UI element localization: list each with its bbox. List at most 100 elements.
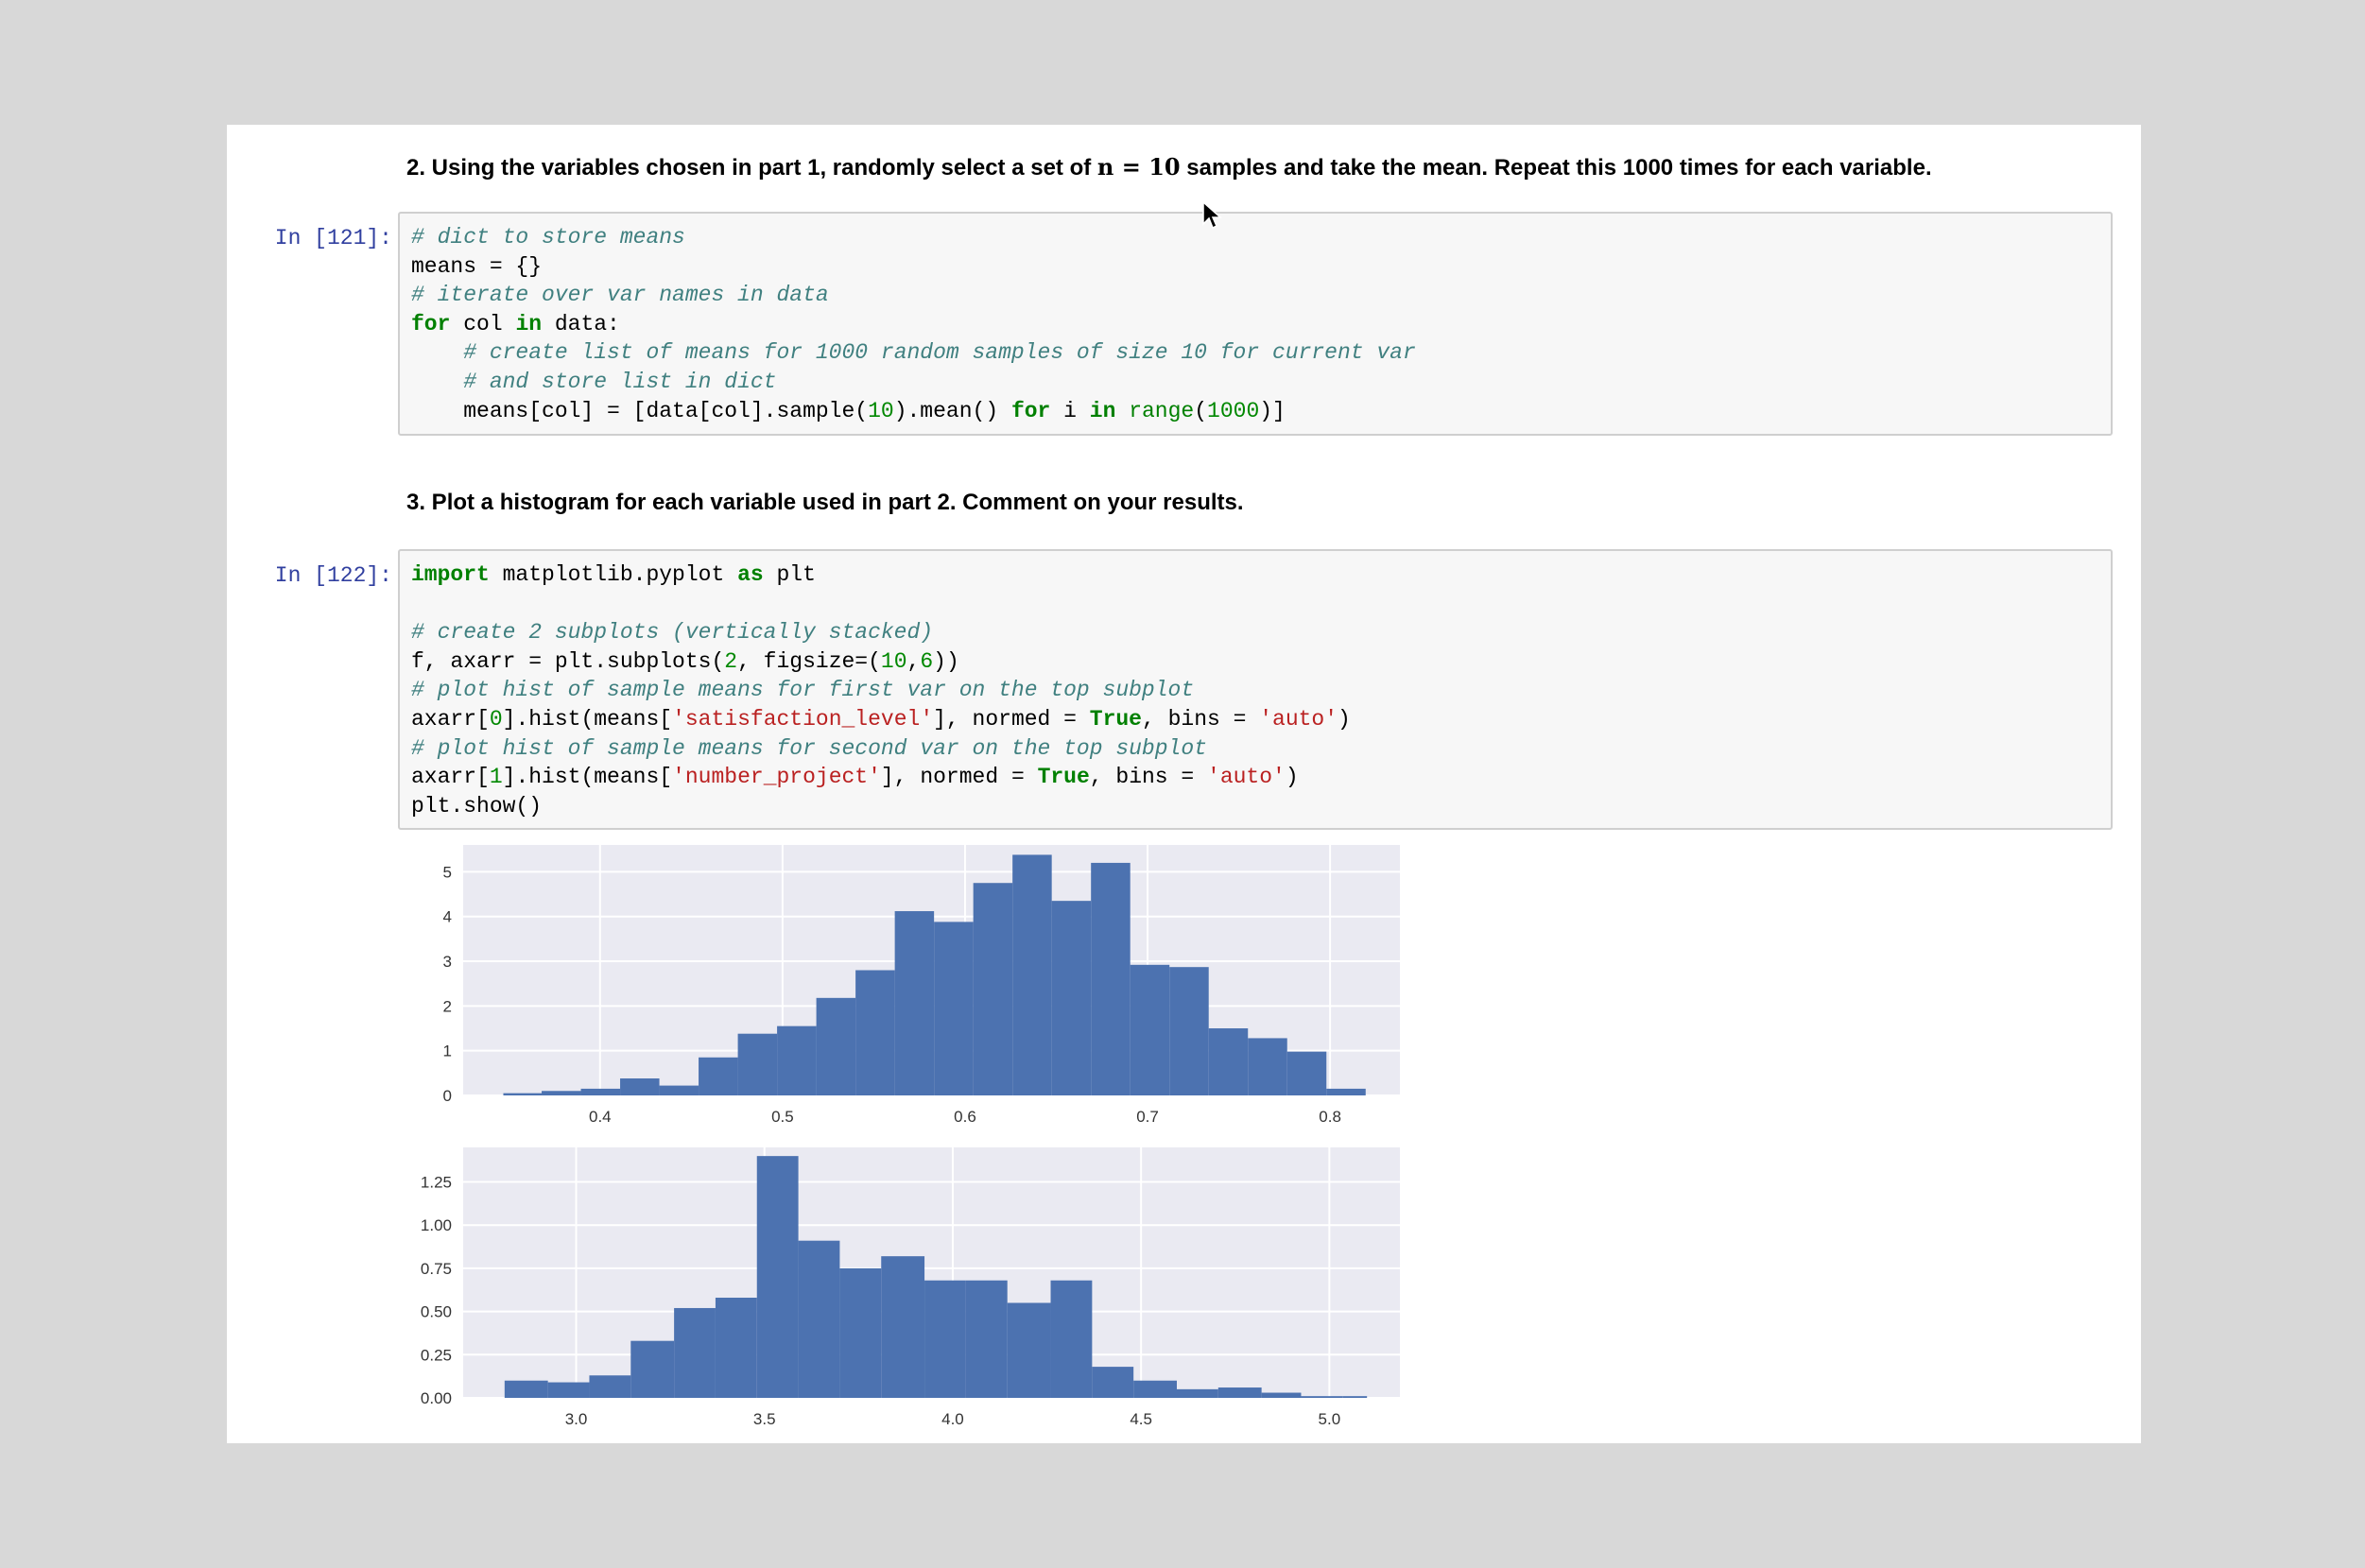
- y-tick-label: 0: [443, 1087, 452, 1105]
- code-token: 10: [868, 398, 894, 423]
- code-token: , bins =: [1141, 706, 1260, 732]
- code-editor[interactable]: import matplotlib.pyplot as plt # create…: [400, 551, 2111, 830]
- histogram-bar: [1051, 901, 1092, 1095]
- histogram-bar: [547, 1382, 590, 1398]
- code-line: # plot hist of sample means for first va…: [411, 678, 1194, 702]
- code-token: 'number_project': [672, 765, 881, 790]
- histogram-satisfaction-level: 0.4 0.5 0.6 0.7 0.8 0 1 2 3 4 5: [443, 845, 1412, 1126]
- cell-output-122: 0.4 0.5 0.6 0.7 0.8 0 1 2 3 4 5 3.0 3.5 4.0 4.5 5.0 0.0…: [398, 845, 1412, 1428]
- code-token: # create 2 subplots (vertically stacked): [411, 620, 934, 646]
- code-token: True: [1089, 706, 1142, 732]
- input-prompt-121: In [121]:: [274, 226, 392, 250]
- mouse-cursor-icon: [1202, 201, 1222, 230]
- code-token: # dict to store means: [411, 225, 685, 250]
- x-tick-label: 0.8: [1319, 1108, 1341, 1126]
- code-token: 'satisfaction_level': [672, 706, 934, 732]
- histogram-bar: [1176, 1388, 1218, 1398]
- histogram-bar: [756, 1156, 799, 1398]
- histogram-bar: [659, 1085, 699, 1095]
- y-tick-label: 1: [443, 1042, 452, 1060]
- markdown-cell-part3[interactable]: 3. Plot a histogram for each variable us…: [406, 490, 2122, 516]
- code-editor[interactable]: # dict to store means means = {} # itera…: [400, 214, 2111, 435]
- code-token: range: [1129, 398, 1195, 423]
- code-token: means[col] = [data[col].sample(: [411, 398, 869, 423]
- code-token: 1000: [1207, 398, 1260, 423]
- code-token: ,: [906, 648, 921, 674]
- code-token: , bins =: [1089, 765, 1208, 790]
- histogram-bar: [816, 997, 856, 1095]
- math-expression: n = 10: [1096, 153, 1181, 181]
- code-token: # plot hist of sample means for first va…: [411, 678, 1195, 703]
- input-prompt-122: In [122]:: [274, 563, 392, 588]
- code-cell-122[interactable]: import matplotlib.pyplot as plt # create…: [398, 549, 2113, 830]
- histogram-bar: [715, 1298, 757, 1398]
- histogram-bar: [1286, 1051, 1327, 1095]
- y-tick-label: 0.75: [421, 1260, 452, 1278]
- histogram-bar: [1169, 967, 1209, 1095]
- code-token: (: [1194, 398, 1208, 423]
- code-token: ).mean(): [893, 398, 1011, 423]
- code-token: plt.show(): [411, 793, 543, 818]
- histogram-bar: [620, 1078, 660, 1095]
- histogram-bar: [1301, 1396, 1343, 1398]
- histogram-bar: [1261, 1392, 1302, 1398]
- x-tick-label: 4.0: [941, 1410, 964, 1428]
- code-line: # plot hist of sample means for second v…: [411, 736, 1207, 761]
- histogram-bar: [589, 1375, 631, 1398]
- code-token: axarr[: [411, 765, 490, 790]
- code-token: col: [450, 311, 516, 336]
- histogram-bar: [798, 1240, 840, 1398]
- histogram-number-project: 3.0 3.5 4.0 4.5 5.0 0.00 0.25 0.50 0.75 1.00 1.25: [421, 1147, 1400, 1428]
- markdown-cell-part2[interactable]: 2. Using the variables chosen in part 1,…: [406, 153, 2122, 181]
- code-token: for: [411, 311, 451, 336]
- histogram-bar: [1091, 862, 1131, 1095]
- markdown-text: 3. Plot a histogram for each variable us…: [406, 490, 1244, 515]
- histogram-bar: [777, 1025, 817, 1095]
- histogram-bar: [503, 1093, 543, 1095]
- y-tick-label: 0.25: [421, 1346, 452, 1364]
- histogram-bar: [965, 1280, 1008, 1398]
- code-token: import: [411, 562, 490, 587]
- histogram-bar: [1133, 1380, 1177, 1398]
- histogram-bar: [580, 1088, 621, 1095]
- code-token: ], normed =: [933, 706, 1090, 732]
- code-token: ): [1338, 706, 1351, 732]
- histogram-bar: [1092, 1367, 1134, 1398]
- code-token: 2: [724, 648, 738, 674]
- code-token: )]: [1259, 398, 1286, 423]
- code-token: )): [933, 648, 959, 674]
- code-token: in: [1089, 398, 1116, 423]
- code-line: # and store list in dict: [411, 370, 776, 394]
- histogram-bar: [855, 970, 895, 1095]
- histogram-bar: [1130, 964, 1170, 1095]
- histogram-bar: [924, 1280, 966, 1398]
- code-line: means = {}: [411, 254, 542, 279]
- y-tick-label: 1.00: [421, 1216, 452, 1234]
- histogram-bar: [881, 1256, 925, 1398]
- code-line: # create list of means for 1000 random s…: [411, 340, 1416, 365]
- code-token: ): [1285, 765, 1299, 790]
- code-token: f, axarr = plt.subplots(: [411, 648, 725, 674]
- code-token: # and store list in dict: [463, 369, 777, 394]
- code-token: # iterate over var names in data: [411, 283, 829, 308]
- notebook-container: 2. Using the variables chosen in part 1,…: [227, 125, 2141, 1443]
- x-tick-label: 0.5: [771, 1108, 794, 1126]
- code-line: # iterate over var names in data: [411, 283, 829, 307]
- code-token: matplotlib.pyplot: [489, 562, 738, 587]
- y-tick-label: 0.50: [421, 1303, 452, 1321]
- histogram-bar: [737, 1033, 778, 1095]
- code-line: plt.show(): [411, 794, 542, 818]
- histogram-bar: [1208, 1028, 1249, 1095]
- histogram-bar: [1012, 854, 1052, 1095]
- code-token: 10: [880, 648, 907, 674]
- code-cell-121[interactable]: # dict to store means means = {} # itera…: [398, 212, 2113, 436]
- code-token: # plot hist of sample means for second v…: [411, 735, 1207, 761]
- y-tick-label: 4: [443, 908, 452, 926]
- code-token: as: [737, 562, 764, 587]
- code-line: for col in data:: [411, 312, 620, 336]
- code-token: # create list of means for 1000 random s…: [463, 340, 1416, 366]
- code-token: data:: [542, 311, 620, 336]
- code-line: axarr[1].hist(means['number_project'], n…: [411, 765, 1299, 789]
